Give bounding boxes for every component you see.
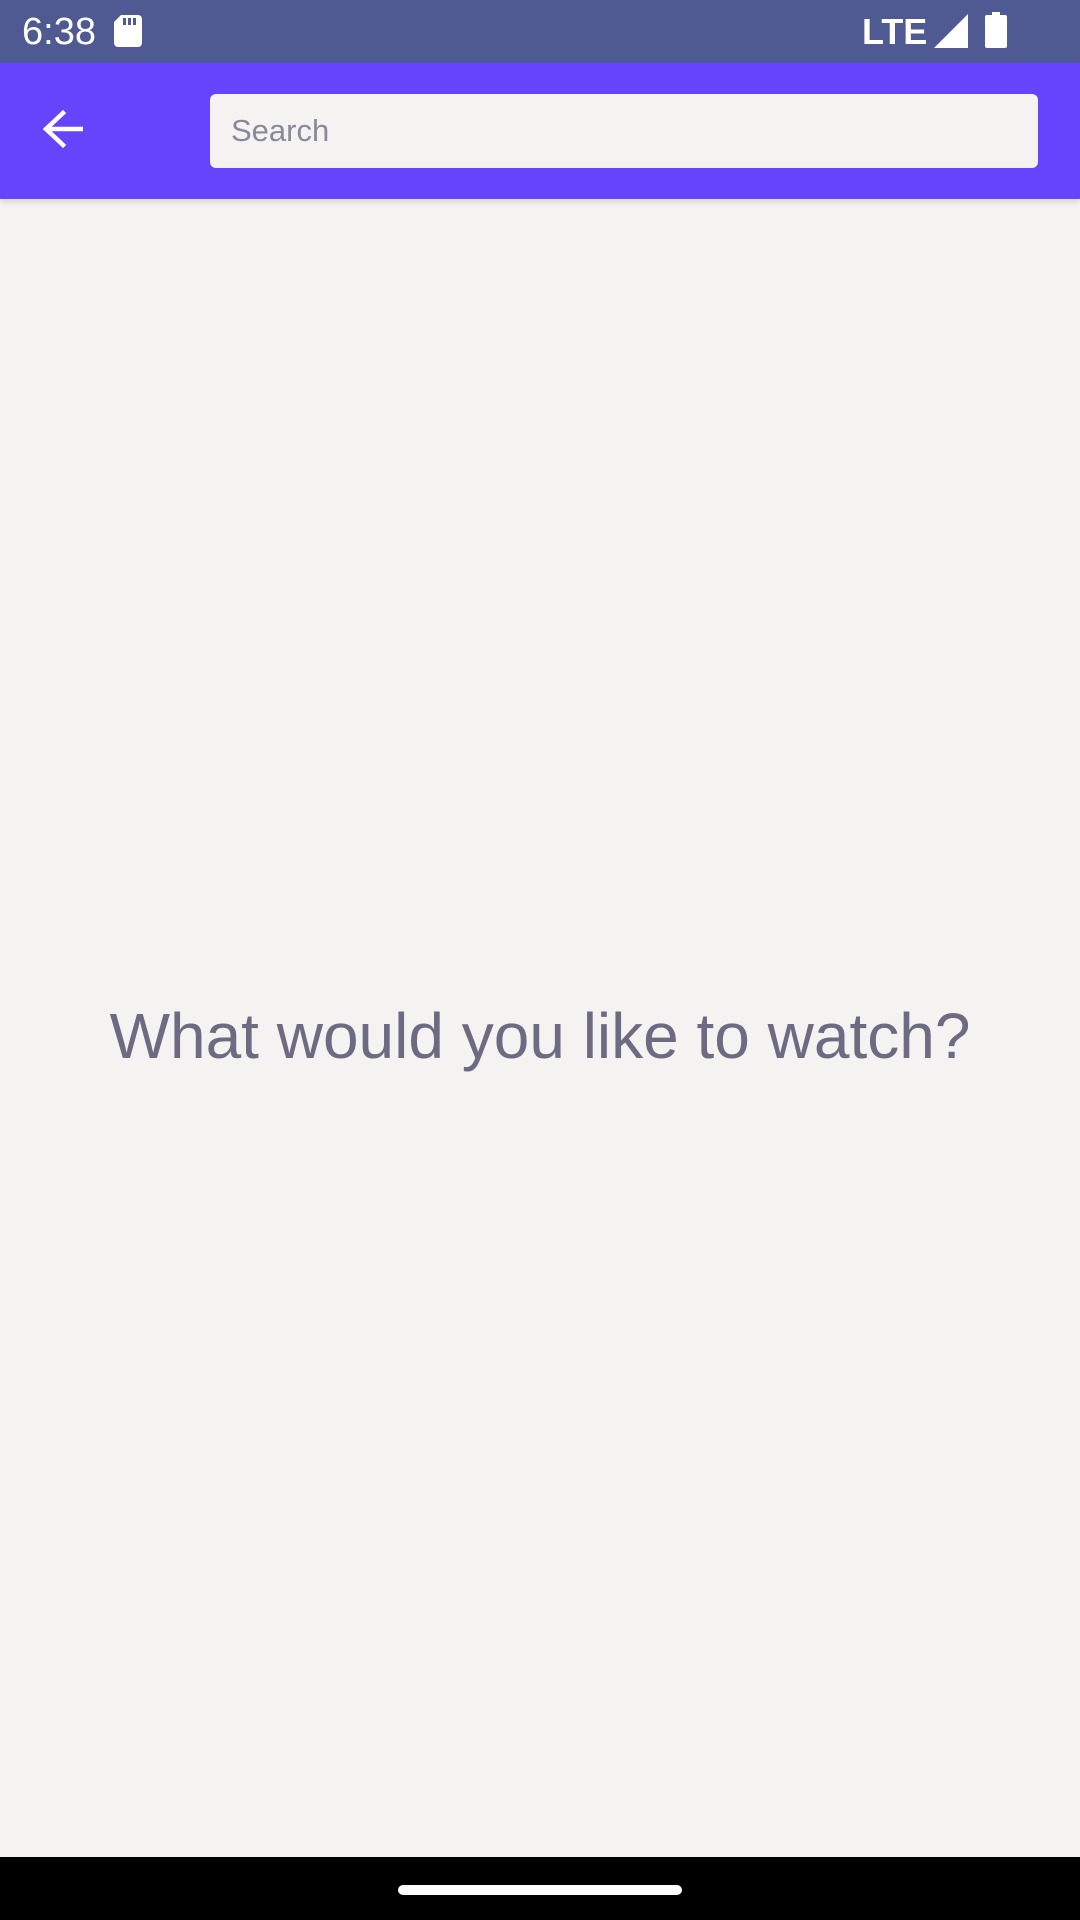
status-bar: 6:38 LTE [0,0,1080,63]
back-button[interactable] [22,93,104,169]
navigation-bar [0,1857,1080,1920]
empty-state-prompt: What would you like to watch? [109,1000,971,1072]
network-type: LTE [862,11,928,52]
sd-card-icon [114,15,142,47]
battery-icon [985,12,1007,48]
signal-icon [934,14,968,48]
home-gesture-handle[interactable] [398,1885,682,1895]
app-bar [0,63,1080,199]
arrow-back-icon [41,109,85,154]
search-input[interactable] [210,94,1038,168]
status-time: 6:38 [22,11,96,53]
